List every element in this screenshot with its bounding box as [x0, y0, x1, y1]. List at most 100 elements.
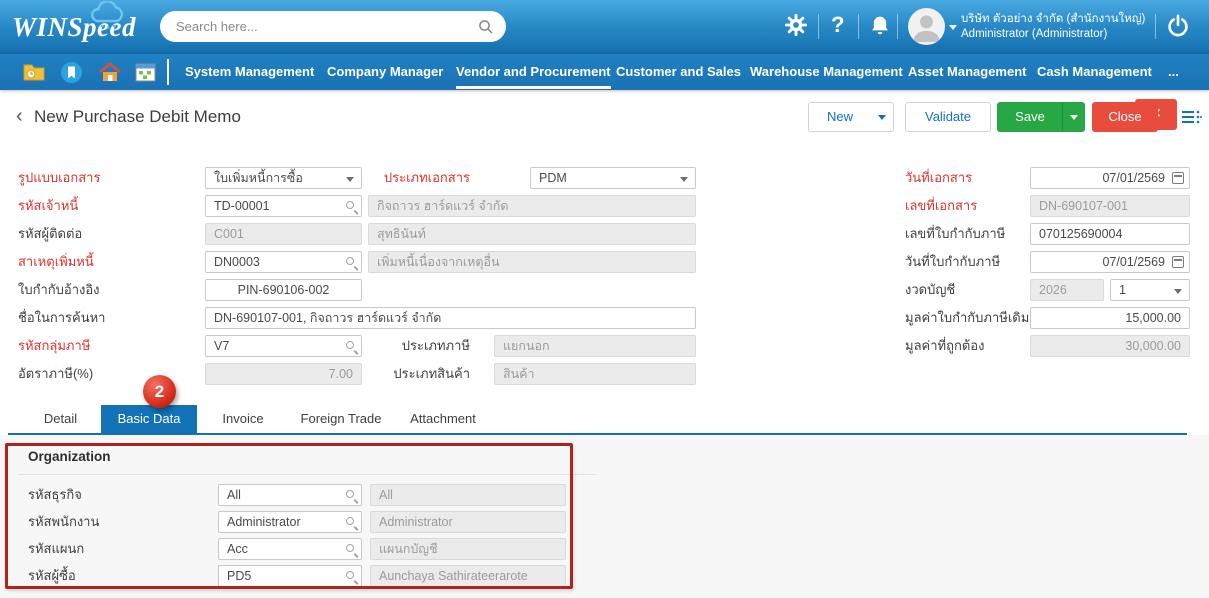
search-name-field[interactable]: DN-690107-001, กิจถาวร ฮาร์ดแวร์ จำกัด	[205, 307, 696, 329]
menu-list-icon[interactable]	[1182, 110, 1202, 125]
avatar[interactable]	[908, 8, 945, 45]
doc-date-field[interactable]: 07/01/2569	[1030, 167, 1190, 189]
new-button[interactable]: New	[808, 102, 872, 132]
top-bar: WINSpeed ?	[0, 0, 1209, 53]
nav-more[interactable]: ...	[1168, 64, 1179, 79]
business-code-label: รหัสธุรกิจ	[28, 484, 82, 506]
save-button[interactable]: Save	[997, 102, 1063, 132]
original-value-label: มูลค่าใบกำกับภาษีเดิม	[905, 307, 1029, 329]
power-icon[interactable]	[1166, 14, 1190, 38]
department-code-value: Acc	[227, 542, 248, 556]
tax-rate-field: 7.00	[205, 363, 362, 385]
divider	[1155, 14, 1156, 39]
module-nav-bar: System Management Company Manager Vendor…	[0, 53, 1209, 90]
employee-code-label: รหัสพนักงาน	[28, 511, 99, 533]
home-icon[interactable]	[98, 61, 122, 84]
goods-type-field: สินค้า	[494, 363, 696, 385]
cloud-icon	[86, 1, 132, 31]
user-name: Administrator (Administrator)	[961, 27, 1145, 42]
search-icon[interactable]	[346, 490, 354, 498]
help-icon[interactable]: ?	[831, 12, 844, 38]
search-icon[interactable]	[346, 257, 354, 265]
doc-type-label: ประเภทเอกสาร	[350, 167, 470, 189]
person-icon	[908, 8, 945, 45]
caret-down-icon	[1070, 115, 1078, 120]
save-dropdown-button[interactable]	[1062, 102, 1085, 132]
business-code-field[interactable]: All	[218, 484, 362, 506]
divider	[818, 14, 819, 39]
debit-reason-code-value: DN0003	[214, 255, 260, 269]
user-info[interactable]: บริษัท ตัวอย่าง จำกัด (สำนักงานใหญ่) Adm…	[961, 12, 1145, 42]
app-window: WINSpeed ?	[0, 0, 1209, 598]
divider	[167, 59, 169, 85]
correct-value-field: 30,000.00	[1030, 335, 1190, 357]
tax-invoice-date-field[interactable]: 07/01/2569	[1030, 251, 1190, 273]
tab-foreign-trade[interactable]: Foreign Trade	[289, 405, 393, 433]
purchaser-code-field[interactable]: PD5	[218, 565, 362, 587]
department-code-label: รหัสแผนก	[28, 538, 84, 560]
period-label: งวดบัญชี	[905, 279, 955, 301]
tax-group-code-field[interactable]: V7	[205, 335, 362, 357]
search-icon[interactable]	[346, 571, 354, 579]
close-button[interactable]: Close	[1092, 102, 1158, 132]
creditor-code-field[interactable]: TD-00001	[205, 195, 362, 217]
debit-reason-name-field: เพิ่มหนี้เนื่องจากเหตุอื่น	[368, 251, 696, 273]
correct-value-label: มูลค่าที่ถูกต้อง	[905, 335, 984, 357]
creditor-code-value: TD-00001	[214, 199, 270, 213]
search-icon[interactable]	[346, 201, 354, 209]
search-icon[interactable]	[346, 517, 354, 525]
contact-code-field: C001	[205, 223, 362, 245]
nav-customer-sales[interactable]: Customer and Sales	[616, 64, 741, 79]
tab-attachment[interactable]: Attachment	[393, 405, 493, 433]
calendar-icon[interactable]	[1172, 172, 1184, 184]
nav-warehouse-management[interactable]: Warehouse Management	[750, 64, 903, 79]
nav-company-manager[interactable]: Company Manager	[327, 64, 443, 79]
bookmark-icon[interactable]	[60, 61, 83, 84]
nav-cash-management[interactable]: Cash Management	[1037, 64, 1152, 79]
creditor-name-field: กิจถาวร ฮาร์ดแวร์ จำกัด	[368, 195, 696, 217]
back-chevron-icon[interactable]: ‹	[16, 104, 23, 128]
purchaser-code-value: PD5	[227, 569, 251, 583]
creditor-label: รหัสเจ้าหนี้	[18, 195, 78, 217]
search-input[interactable]	[176, 12, 476, 40]
divider	[858, 14, 859, 39]
calendar-icon[interactable]	[1172, 256, 1184, 268]
nav-system-management[interactable]: System Management	[185, 64, 314, 79]
ref-invoice-field[interactable]: PIN-690106-002	[205, 279, 362, 301]
search-icon[interactable]	[478, 19, 494, 35]
search-icon[interactable]	[346, 544, 354, 552]
annotation-step-badge: 2	[143, 375, 176, 408]
tax-invoice-no-field[interactable]: 070125690004	[1030, 223, 1190, 245]
bell-icon[interactable]	[869, 14, 891, 38]
tab-detail[interactable]: Detail	[20, 405, 101, 433]
tab-basic-data[interactable]: Basic Data	[101, 405, 197, 433]
calendar-app-icon[interactable]	[134, 61, 157, 84]
divider	[897, 14, 898, 39]
department-code-field[interactable]: Acc	[218, 538, 362, 560]
chevron-down-icon[interactable]	[949, 25, 957, 30]
doc-format-select[interactable]: ใบเพิ่มหนี้การซื้อ	[205, 167, 362, 189]
company-name: บริษัท ตัวอย่าง จำกัด (สำนักงานใหญ่)	[961, 12, 1145, 27]
new-dropdown-button[interactable]	[871, 102, 894, 132]
debit-reason-code-field[interactable]: DN0003	[205, 251, 362, 273]
gear-icon[interactable]	[785, 13, 807, 37]
period-no-select[interactable]: 1	[1110, 279, 1190, 301]
tab-invoice[interactable]: Invoice	[197, 405, 289, 433]
doc-type-select[interactable]: PDM	[530, 167, 696, 189]
original-value-field[interactable]: 15,000.00	[1030, 307, 1190, 329]
validate-button[interactable]: Validate	[905, 102, 991, 132]
goods-type-label: ประเภทสินค้า	[350, 363, 470, 385]
doc-date-label: วันที่เอกสาร	[905, 167, 972, 189]
employee-code-field[interactable]: Administrator	[218, 511, 362, 533]
caret-down-icon	[1174, 289, 1182, 294]
doc-type-value: PDM	[539, 171, 567, 185]
divider	[18, 474, 596, 475]
doc-format-value: ใบเพิ่มหนี้การซื้อ	[214, 171, 303, 185]
recent-folder-icon[interactable]	[22, 61, 46, 83]
organization-title: Organization	[28, 449, 111, 464]
nav-asset-management[interactable]: Asset Management	[908, 64, 1026, 79]
caret-down-icon	[878, 115, 886, 120]
contact-label: รหัสผู้ติดต่อ	[18, 223, 82, 245]
nav-vendor-procurement[interactable]: Vendor and Procurement	[456, 64, 611, 89]
global-search	[160, 11, 506, 42]
